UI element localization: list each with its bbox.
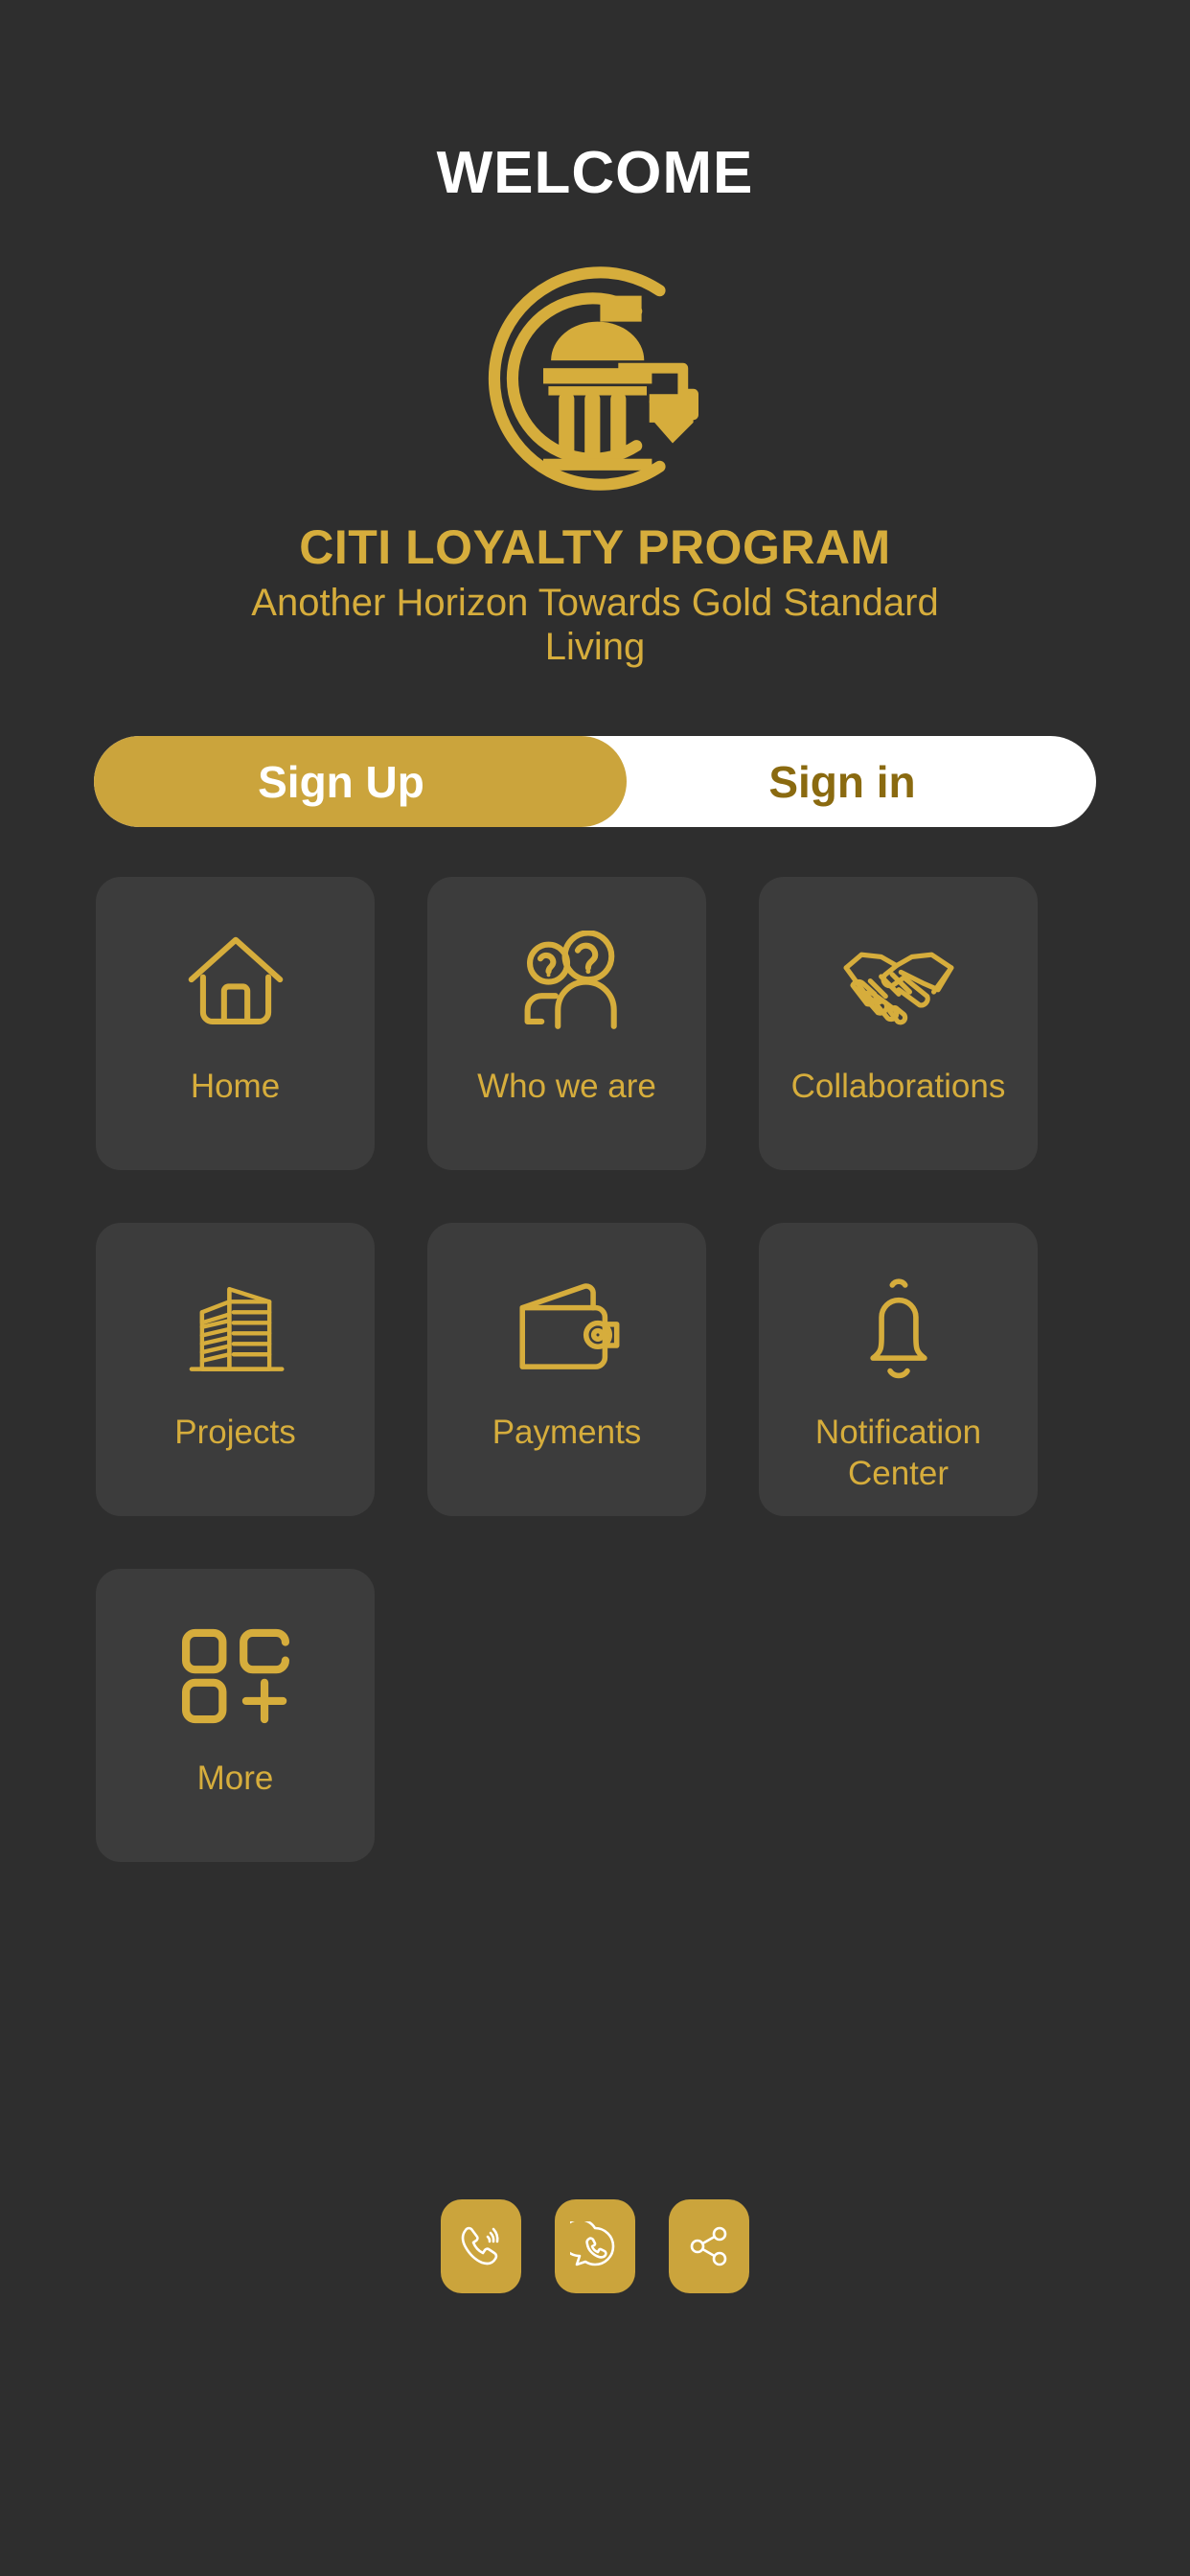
building-icon <box>174 1276 297 1384</box>
menu-tile-label: Who we are <box>477 1068 656 1105</box>
home-icon <box>174 931 297 1038</box>
sign-up-button[interactable]: Sign Up <box>94 736 627 827</box>
auth-toggle[interactable]: Sign Up Sign in <box>94 736 1096 827</box>
menu-tile-home[interactable]: Home <box>96 877 375 1170</box>
welcome-screen: WELCOME CITI LOYALTY PROGRAM Another Hor… <box>0 0 1190 2576</box>
bottom-action-bar <box>0 2199 1190 2293</box>
menu-tile-who-we-are[interactable]: Who we are <box>427 877 706 1170</box>
menu-grid: Home Who we are Collaborations Projects … <box>96 877 1094 1862</box>
whatsapp-button[interactable] <box>555 2199 635 2293</box>
share-button[interactable] <box>669 2199 749 2293</box>
phone-call-icon <box>461 2226 499 2266</box>
menu-tile-payments[interactable]: Payments <box>427 1223 706 1516</box>
menu-tile-label: Projects <box>174 1414 296 1451</box>
menu-tile-label: More <box>196 1760 274 1797</box>
handshake-icon <box>837 931 960 1038</box>
menu-tile-notification-center[interactable]: Notification Center <box>759 1223 1038 1516</box>
grid-more-icon <box>174 1622 297 1730</box>
menu-tile-label: Payments <box>492 1414 642 1451</box>
sign-in-button[interactable]: Sign in <box>560 736 1096 827</box>
wallet-icon <box>506 1276 629 1384</box>
menu-tile-collaborations[interactable]: Collaborations <box>759 877 1038 1170</box>
brand-name: CITI LOYALTY PROGRAM <box>299 520 891 574</box>
menu-tile-more[interactable]: More <box>96 1569 375 1862</box>
menu-tile-label: Collaborations <box>790 1068 1006 1105</box>
menu-tile-label: Notification Center <box>814 1414 982 1492</box>
menu-tile-projects[interactable]: Projects <box>96 1223 375 1516</box>
page-title: WELCOME <box>436 140 754 206</box>
about-people-question-icon <box>506 931 629 1038</box>
menu-tile-label: Home <box>190 1068 281 1105</box>
share-icon <box>690 2226 727 2266</box>
citi-loyalty-emblem-icon <box>461 249 729 508</box>
whatsapp-icon <box>570 2221 615 2266</box>
bell-icon <box>837 1276 960 1384</box>
brand-tagline: Another Horizon Towards Gold Standard Li… <box>251 582 939 668</box>
call-button[interactable] <box>441 2199 521 2293</box>
